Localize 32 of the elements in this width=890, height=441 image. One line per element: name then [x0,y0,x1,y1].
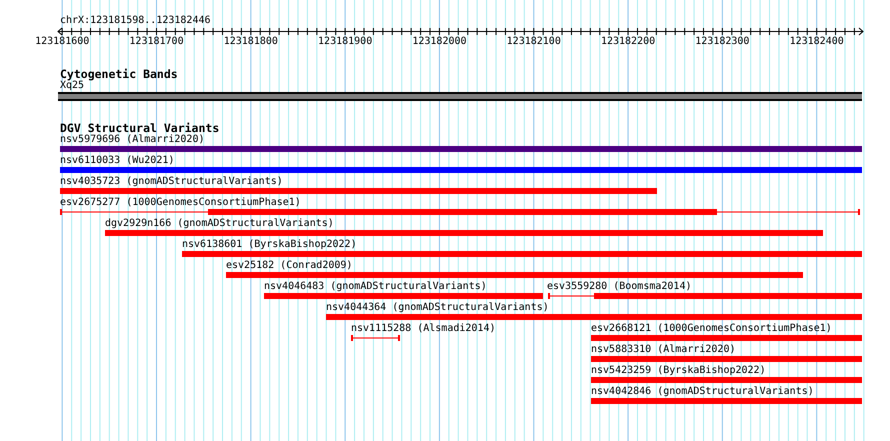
ruler-tick-label: 123182400 [790,36,844,48]
variant-feature-label[interactable]: nsv4042846 (gnomADStructuralVariants) [591,386,814,398]
variant-feature-label[interactable]: nsv4046483 (gnomADStructuralVariants) [264,281,487,293]
variant-feature-label[interactable]: nsv5423259 (ByrskaBishop2022) [591,365,766,377]
variant-feature-label[interactable]: nsv4035723 (gnomADStructuralVariants) [60,176,283,188]
ruler-tick-label: 123182300 [695,36,750,48]
ruler-tick-label: 123182000 [412,36,467,48]
variant-feature-label[interactable]: esv3559280 (Boomsma2014) [547,281,692,293]
variant-feature-label[interactable]: nsv1115288 (Alsmadi2014) [351,323,496,335]
ruler-tick-label: 123181700 [129,36,184,48]
variant-feature-label[interactable]: nsv4044364 (gnomADStructuralVariants) [326,302,549,314]
variant-feature-bar[interactable] [60,209,860,215]
ruler-tick-label: 123182200 [600,36,656,48]
variant-feature-label[interactable]: nsv6138601 (ByrskaBishop2022) [182,239,357,251]
variant-feature-label[interactable]: dgv2929n166 (gnomADStructuralVariants) [105,218,334,230]
variant-feature-bar[interactable] [351,335,400,341]
ruler-tick-label: 123182100 [506,36,561,48]
variant-feature-bar[interactable] [548,293,862,299]
variant-feature-label[interactable]: nsv6110033 (Wu2021) [60,155,174,167]
variant-feature-label[interactable]: esv2668121 (1000GenomesConsortiumPhase1) [591,323,832,335]
variant-feature-label[interactable]: nsv5883310 (Almarri2020) [591,344,736,356]
ruler-tick-label: 123181900 [318,36,372,48]
ruler-tick-label: 123181800 [224,36,278,48]
variant-feature-label[interactable]: esv25182 (Conrad2009) [226,260,352,272]
ruler-location: chrX:123181598..123182446 [59,14,211,27]
cytoband-label: Xq25 [60,80,84,92]
cytoband-bar[interactable] [58,92,862,101]
variant-feature-label[interactable]: nsv5979696 (Almarri2020) [60,134,204,146]
track-title: Cytogenetic Bands [60,68,178,80]
track-title: DGV Structural Variants [60,122,220,134]
ruler-tick-label: 123181600 [35,36,90,48]
variant-feature-label[interactable]: esv2675277 (1000GenomesConsortiumPhase1) [60,197,301,209]
